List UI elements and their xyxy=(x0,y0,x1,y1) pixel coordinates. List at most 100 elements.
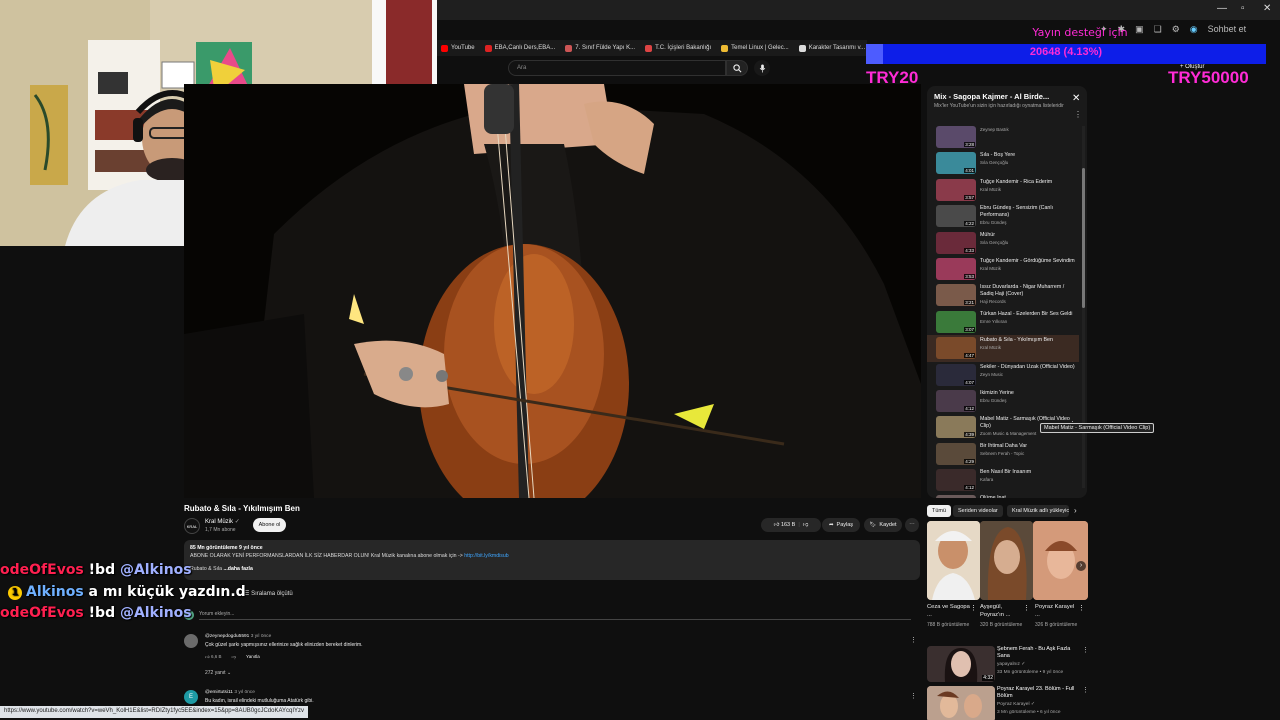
video-duration: 4:39 xyxy=(964,432,975,438)
show-more-link[interactable]: ...daha fazla xyxy=(223,566,252,572)
comment-menu-icon[interactable]: ⋮ xyxy=(910,692,917,700)
playlist-thumbnail[interactable]: 3:57 xyxy=(936,178,976,201)
playlist-thumbnail[interactable]: 4:12 xyxy=(936,389,976,412)
playlist-scrollbar-thumb[interactable] xyxy=(1082,168,1085,308)
chip-all[interactable]: Tümü xyxy=(927,505,952,517)
comment-menu-icon[interactable]: ⋮ xyxy=(910,636,917,644)
recommendation-thumbnail[interactable]: 4:32 xyxy=(927,646,995,682)
recommendation-thumbnail[interactable]: › xyxy=(1033,521,1088,600)
comment-like-button[interactable]: 👍︎ 6,6 B xyxy=(205,654,221,660)
playlist-item[interactable]: 4:22 Ebru Gündeş - Sensizim (Canlı Perfor… xyxy=(927,203,1079,229)
recommendation-row[interactable]: Poyraz Karayel 23. Bölüm - Full Bölüm Po… xyxy=(927,686,1089,720)
comment-author[interactable]: @zeynepdogdu5591 3 yıl önce xyxy=(205,634,271,639)
playlist-thumbnail[interactable]: 4:39 xyxy=(936,416,976,439)
playlist-item-title: Issız Duvarlarda - Nigar Muharrem / Sadi… xyxy=(980,284,1065,298)
minimize-icon[interactable]: — xyxy=(1217,3,1227,14)
playlist-item-text: Sekiler - Dünyadan Uzak (Official Video)… xyxy=(980,364,1079,377)
playlist-item[interactable]: Ölüme İnat xyxy=(927,493,1079,498)
playlist-item[interactable]: 3:57 Tuğçe Kandemir - Rica Ederim Kral Müz… xyxy=(927,177,1079,203)
playlist-item-text: Sıla - Boş Yere Sıla Gençoğlu xyxy=(980,152,1079,165)
bookmark-item[interactable]: Temel Linux | Gelec... xyxy=(721,44,789,52)
recommendation-title: Şebnem Ferah - Bu Aşk Fazla Sana xyxy=(997,646,1071,659)
description-link[interactable]: http://bit.ly/kmdisub xyxy=(464,553,508,559)
close-window-icon[interactable]: ✕ xyxy=(1263,3,1271,14)
more-options-icon[interactable]: ⋮ xyxy=(1082,686,1089,694)
bookmark-item[interactable]: Karakter Tasarımı v... xyxy=(798,44,865,52)
recommendation-title[interactable]: Ayşegül, Poyraz'ın ... xyxy=(980,603,1024,619)
search-input[interactable]: Ara xyxy=(508,60,726,76)
chat-text: a mı küçük yazdın.d xyxy=(88,584,246,600)
playlist-thumbnail[interactable]: 4:22 xyxy=(936,205,976,228)
more-options-icon[interactable]: ⋮ xyxy=(1074,110,1082,119)
recommendation-thumbnail[interactable] xyxy=(980,521,1033,600)
profile-label[interactable]: Sohbet et xyxy=(1208,24,1247,35)
extension-icon[interactable]: ⚙ xyxy=(1172,24,1180,35)
comment-dislike-button[interactable]: 👎︎ xyxy=(231,654,236,660)
more-actions-button[interactable]: ⋯ xyxy=(905,518,919,532)
share-button[interactable]: ➦ Paylaş xyxy=(822,518,860,532)
playlist-item-channel: Kafara xyxy=(980,477,994,483)
video-player[interactable] xyxy=(184,84,921,498)
like-button[interactable]: 👍︎ 163 B xyxy=(774,522,796,528)
more-options-icon[interactable]: ⋮ xyxy=(970,604,977,612)
subscribe-button[interactable]: Abone ol xyxy=(253,518,286,532)
playlist-item[interactable]: 4:12 İkimizin Yerine Ebru Gündeş xyxy=(927,388,1079,414)
playlist-thumbnail[interactable]: 4:47 xyxy=(936,337,976,360)
reply-button[interactable]: Yanıtla xyxy=(246,654,260,660)
commenter-avatar[interactable]: E xyxy=(184,690,198,704)
chip-series[interactable]: Seriden videolar xyxy=(953,505,1003,517)
channel-name[interactable]: Kral Müzik ✓ xyxy=(205,518,240,525)
bookmark-item[interactable]: YouTube xyxy=(441,44,475,52)
playlist-item[interactable]: 4:29 Bir İhtimal Daha Var Sebnem Ferah - T… xyxy=(927,441,1079,467)
sort-button[interactable]: ☰ Sıralama ölçütü xyxy=(244,590,293,597)
bookmark-item[interactable]: T.C. İçişleri Bakanlığı xyxy=(645,44,711,52)
recommendation-row[interactable]: 4:32 Şebnem Ferah - Bu Aşk Fazla Sana ya… xyxy=(927,646,1089,684)
search-button[interactable] xyxy=(726,60,748,76)
playlist-thumbnail[interactable]: 4:12 xyxy=(936,469,976,492)
playlist-item[interactable]: 3:07 Türkan Hazal - Ezelerden Bir Ses Gel… xyxy=(927,309,1079,335)
more-options-icon[interactable]: ⋮ xyxy=(1082,646,1089,654)
playlist-item[interactable]: 4:47 Rubato & Sıla - Yıkılmışım Ben Kral M… xyxy=(927,335,1079,362)
mix-playlist-panel: Mix - Sagopa Kajmer - Al Birde... Mix'le… xyxy=(927,86,1087,498)
chevron-right-icon[interactable]: › xyxy=(1074,506,1077,515)
add-comment-input[interactable]: Yorum ekleyin... xyxy=(199,611,911,620)
playlist-item[interactable]: 4:07 Sekiler - Dünyadan Uzak (Official Vi… xyxy=(927,362,1079,388)
recommendation-title[interactable]: Ceza ve Sagopa ... xyxy=(927,603,971,619)
close-icon[interactable]: ✕ xyxy=(1072,93,1080,104)
channel-avatar[interactable]: KRAL xyxy=(184,518,200,534)
playlist-thumbnail[interactable]: 4:33 xyxy=(936,231,976,254)
chevron-right-icon[interactable]: › xyxy=(1076,561,1086,571)
voice-search-button[interactable] xyxy=(754,60,770,76)
comment-author[interactable]: @emirtutsi11 3 yıl önce xyxy=(205,690,255,695)
playlist-item[interactable]: 3:53 Tuğçe Kandemir - Gördüğüme Sevindim K… xyxy=(927,256,1079,282)
playlist-item[interactable]: 3:21 Issız Duvarlarda - Nigar Muharrem / … xyxy=(927,282,1079,308)
playlist-thumbnail[interactable]: 3:28 xyxy=(936,126,976,148)
recommendation-thumbnail[interactable] xyxy=(927,686,995,720)
bookmark-item[interactable]: 7. Sınıf Fülde Yapı K... xyxy=(565,44,635,52)
playlist-thumbnail[interactable]: 4:07 xyxy=(936,363,976,386)
search-icon xyxy=(732,63,741,72)
save-button[interactable]: 🔖︎ Kaydet xyxy=(864,518,902,532)
more-options-icon[interactable]: ⋮ xyxy=(1078,604,1085,612)
playlist-thumbnail[interactable]: 4:01 xyxy=(936,152,976,175)
playlist-thumbnail[interactable] xyxy=(936,495,976,498)
playlist-item[interactable]: 4:12 Ben Nasıl Bir İnsanım Kafara xyxy=(927,467,1079,493)
chip-uploader[interactable]: Kral Müzik adlı yükleyiciden xyxy=(1007,505,1069,517)
playlist-thumbnail[interactable]: 3:53 xyxy=(936,257,976,280)
commenter-avatar[interactable] xyxy=(184,634,198,648)
video-description[interactable]: 85 Mn görüntüleme 9 yıl önce ABONE OLARA… xyxy=(184,540,920,580)
playlist-thumbnail[interactable]: 3:07 xyxy=(936,310,976,333)
replies-toggle[interactable]: 272 yanıt ⌄ xyxy=(205,670,231,676)
maximize-icon[interactable]: ▫ xyxy=(1241,3,1245,14)
playlist-item[interactable]: 4:33 Mühür Sıla Gençoğlu xyxy=(927,230,1079,256)
playlist-item[interactable]: 4:01 Sıla - Boş Yere Sıla Gençoğlu xyxy=(927,150,1079,176)
recommendation-title[interactable]: Poyraz Karayel ... xyxy=(1035,603,1079,619)
dislike-button[interactable]: 👎︎ xyxy=(803,522,809,528)
playlist-thumbnail[interactable]: 3:21 xyxy=(936,284,976,307)
playlist-item[interactable]: 3:28 Zeynep Bastık xyxy=(927,124,1079,150)
bookmark-item[interactable]: EBA,Canlı Ders,EBA... xyxy=(484,44,555,52)
more-options-icon[interactable]: ⋮ xyxy=(1023,604,1030,612)
copilot-icon[interactable]: ◉ xyxy=(1190,24,1198,35)
playlist-thumbnail[interactable]: 4:29 xyxy=(936,442,976,465)
recommendation-thumbnail[interactable] xyxy=(927,521,980,600)
